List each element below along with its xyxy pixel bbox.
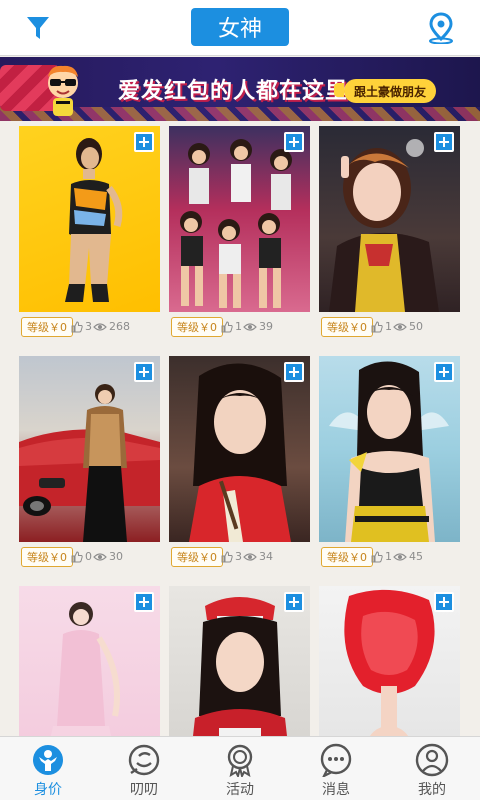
profile-photo[interactable] bbox=[319, 356, 460, 542]
tab-shenjia[interactable]: 身价 bbox=[0, 737, 96, 800]
eye-icon bbox=[393, 322, 407, 331]
thumb-up-icon bbox=[71, 320, 83, 332]
tab-daodao[interactable]: 叨叨 bbox=[96, 737, 192, 800]
top-bar: 女神 bbox=[0, 0, 480, 56]
add-button[interactable] bbox=[434, 592, 454, 612]
profile-photo[interactable] bbox=[319, 126, 460, 312]
like-count[interactable]: 3 bbox=[221, 550, 242, 563]
person-silhouette bbox=[65, 138, 123, 302]
view-count: 50 bbox=[393, 320, 423, 333]
level-badge: 等级￥0 bbox=[21, 547, 73, 567]
level-badge: 等级￥0 bbox=[21, 317, 73, 337]
add-button[interactable] bbox=[284, 362, 304, 382]
eye-icon bbox=[93, 322, 107, 331]
profile-card[interactable]: 等级￥0 1 39 bbox=[169, 126, 310, 342]
view-count: 34 bbox=[243, 550, 273, 563]
tab-label: 身价 bbox=[34, 782, 62, 798]
add-button[interactable] bbox=[284, 132, 304, 152]
add-button[interactable] bbox=[434, 362, 454, 382]
profile-photo[interactable] bbox=[19, 356, 160, 542]
tab-label: 叨叨 bbox=[130, 782, 158, 798]
profile-icon bbox=[415, 743, 449, 777]
profile-card[interactable]: 等级￥0 1 45 bbox=[319, 356, 460, 572]
add-button[interactable] bbox=[134, 132, 154, 152]
card-meta: 等级￥0 1 45 bbox=[319, 542, 460, 572]
photo-grid: 等级￥0 3 268 等级￥0 1 39 等级￥0 1 50 等级￥0 0 30… bbox=[0, 121, 480, 736]
like-count[interactable]: 1 bbox=[371, 320, 392, 333]
view-count: 45 bbox=[393, 550, 423, 563]
filter-icon bbox=[27, 17, 49, 39]
card-meta: 等级￥0 3 268 bbox=[19, 312, 160, 342]
thumb-up-icon bbox=[221, 320, 233, 332]
profile-photo[interactable] bbox=[19, 126, 160, 312]
profile-card[interactable] bbox=[319, 586, 460, 736]
view-count: 39 bbox=[243, 320, 273, 333]
bottom-tab-bar: 身价 叨叨 活动 消息 我的 bbox=[0, 736, 480, 800]
profile-card[interactable] bbox=[19, 586, 160, 736]
profile-photo[interactable] bbox=[19, 586, 160, 736]
tab-label: 消息 bbox=[322, 782, 350, 798]
level-badge: 等级￥0 bbox=[321, 547, 373, 567]
person-value-icon bbox=[31, 743, 65, 777]
add-button[interactable] bbox=[134, 362, 154, 382]
banner-cta-button[interactable]: 跟土豪做朋友 bbox=[333, 79, 437, 103]
eye-icon bbox=[393, 552, 407, 561]
thumb-up-icon bbox=[71, 550, 83, 562]
level-badge: 等级￥0 bbox=[171, 547, 223, 567]
group-silhouette bbox=[180, 139, 292, 308]
add-button[interactable] bbox=[134, 592, 154, 612]
like-count[interactable]: 3 bbox=[71, 320, 92, 333]
level-badge: 等级￥0 bbox=[171, 317, 223, 337]
tab-label: 活动 bbox=[226, 782, 254, 798]
like-count[interactable]: 1 bbox=[371, 550, 392, 563]
medal-icon bbox=[223, 743, 257, 777]
tab-label: 我的 bbox=[418, 782, 446, 798]
person-silhouette bbox=[329, 139, 439, 312]
view-count: 268 bbox=[93, 320, 130, 333]
eye-icon bbox=[243, 322, 257, 331]
add-button[interactable] bbox=[284, 592, 304, 612]
profile-photo[interactable] bbox=[169, 126, 310, 312]
tab-xiaoxi[interactable]: 消息 bbox=[288, 737, 384, 800]
view-count: 30 bbox=[93, 550, 123, 563]
eye-icon bbox=[93, 552, 107, 561]
profile-photo[interactable] bbox=[169, 356, 310, 542]
promo-banner[interactable]: 爱发红包的人都在这里了 跟土豪做朋友 bbox=[0, 57, 480, 121]
card-meta: 等级￥0 0 30 bbox=[19, 542, 160, 572]
thumb-up-icon bbox=[371, 550, 383, 562]
thumb-up-icon bbox=[221, 550, 233, 562]
location-pin-icon bbox=[429, 12, 453, 44]
location-button[interactable] bbox=[424, 10, 458, 46]
profile-card[interactable]: 等级￥0 0 30 bbox=[19, 356, 160, 572]
card-meta: 等级￥0 3 34 bbox=[169, 542, 310, 572]
person-silhouette bbox=[189, 363, 291, 542]
thumb-up-icon bbox=[371, 320, 383, 332]
like-count[interactable]: 0 bbox=[71, 550, 92, 563]
profile-card[interactable]: 等级￥0 3 268 bbox=[19, 126, 160, 342]
filter-button[interactable] bbox=[20, 12, 56, 44]
app-root: 女神 爱发红包的人都在这里了 跟土豪做朋友 等级￥0 3 268 等级￥0 1 … bbox=[0, 0, 480, 800]
level-badge: 等级￥0 bbox=[321, 317, 373, 337]
card-meta: 等级￥0 1 39 bbox=[169, 312, 310, 342]
chat-bubble-icon bbox=[127, 743, 161, 777]
profile-card[interactable]: 等级￥0 3 34 bbox=[169, 356, 310, 572]
profile-card[interactable]: 等级￥0 1 50 bbox=[319, 126, 460, 342]
like-count[interactable]: 1 bbox=[221, 320, 242, 333]
car-scene bbox=[19, 384, 160, 542]
message-dots-icon bbox=[319, 743, 353, 777]
person-silhouette bbox=[329, 361, 449, 542]
add-button[interactable] bbox=[434, 132, 454, 152]
profile-card[interactable] bbox=[169, 586, 310, 736]
tab-huodong[interactable]: 活动 bbox=[192, 737, 288, 800]
page-title-button[interactable]: 女神 bbox=[191, 8, 289, 46]
profile-photo[interactable] bbox=[169, 586, 310, 736]
profile-photo[interactable] bbox=[319, 586, 460, 736]
tab-wode[interactable]: 我的 bbox=[384, 737, 480, 800]
mascot-icon bbox=[48, 65, 78, 116]
eye-icon bbox=[243, 552, 257, 561]
card-meta: 等级￥0 1 50 bbox=[319, 312, 460, 342]
